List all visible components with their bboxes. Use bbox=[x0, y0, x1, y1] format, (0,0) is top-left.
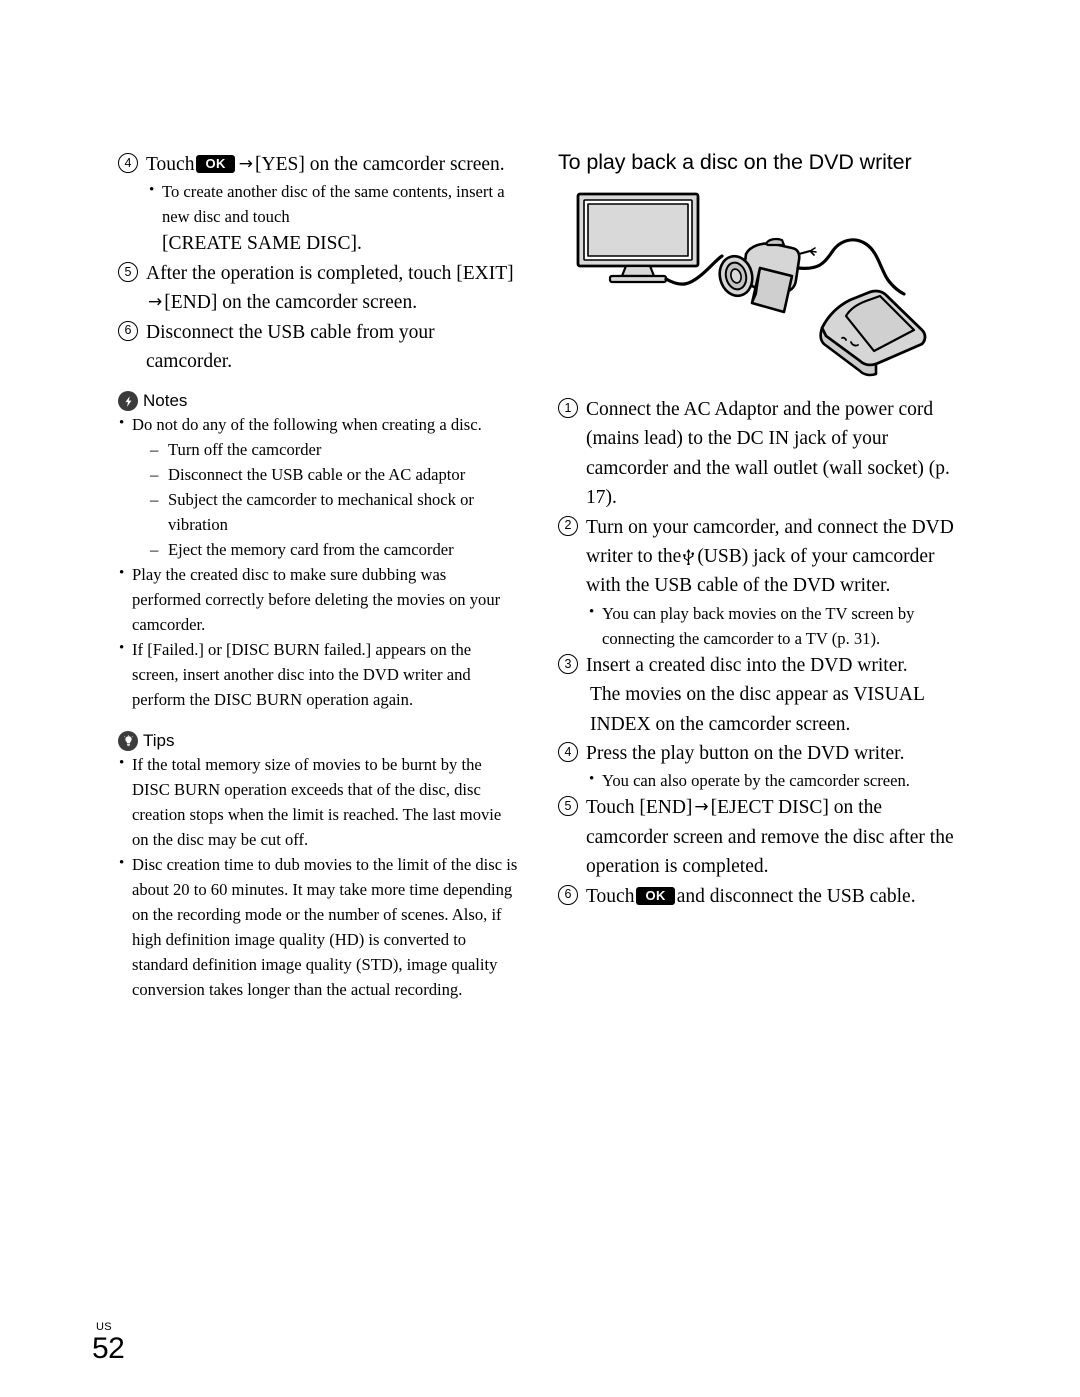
right-step-5: 5 Touch [END] → [EJECT DISC] on the camcord… bbox=[558, 793, 958, 881]
step3-continuation: The movies on the disc appear as VISUAL … bbox=[590, 684, 925, 735]
list-item: Play the created disc to make sure dubbi… bbox=[118, 561, 518, 637]
usb-icon bbox=[682, 545, 695, 566]
step-number-6: 6 bbox=[118, 320, 138, 341]
create-same-disc-line: [CREATE SAME DISC]. bbox=[162, 233, 362, 255]
list-item: Eject the memory card from the camcorder bbox=[150, 537, 518, 562]
page-number: 52 bbox=[92, 1332, 125, 1365]
step5-part1: After the operation is completed, touch … bbox=[146, 262, 514, 284]
list-item: Turn off the camcorder bbox=[150, 437, 518, 462]
right-step2-bullets: You can play back movies on the TV scree… bbox=[588, 600, 958, 651]
left-step4-bullets: To create another disc of the same conte… bbox=[148, 178, 518, 229]
step4-text: Press the play button on the DVD writer. bbox=[586, 743, 905, 765]
right-step-1: 1 Connect the AC Adaptor and the power co… bbox=[558, 395, 958, 513]
list-item: You can play back movies on the TV scree… bbox=[588, 600, 958, 651]
step-number-5: 5 bbox=[558, 796, 578, 817]
right-step-6: 6 Touch OK and disconnect the USB cable. bbox=[558, 882, 958, 911]
arrow-icon: → bbox=[694, 797, 709, 818]
step3-text: Insert a created disc into the DVD write… bbox=[586, 654, 908, 676]
right-step-2: 2 Turn on your camcorder, and connect the… bbox=[558, 513, 958, 601]
step6-text-before: Touch bbox=[586, 885, 635, 907]
step-number-4: 4 bbox=[558, 742, 578, 763]
ok-touch-button[interactable]: OK bbox=[636, 886, 675, 905]
right-step4-bullets: You can also operate by the camcorder sc… bbox=[588, 767, 958, 793]
list-item: Subject the camcorder to mechanical shoc… bbox=[150, 487, 518, 537]
tips-list: If the total memory size of movies to be… bbox=[118, 751, 518, 1002]
step-number-1: 1 bbox=[558, 398, 578, 418]
step-number-5: 5 bbox=[118, 261, 138, 282]
right-step-3: 3 Insert a created disc into the DVD writ… bbox=[558, 651, 958, 680]
right-step-4: 4 Press the play button on the DVD writer… bbox=[558, 739, 958, 768]
step6-text-after: and disconnect the USB cable. bbox=[676, 885, 916, 907]
list-item: You can also operate by the camcorder sc… bbox=[588, 767, 958, 793]
lightbulb-icon bbox=[118, 731, 138, 752]
list-item: If [Failed.] or [DISC BURN failed.] appe… bbox=[118, 636, 518, 712]
notes-label: Notes bbox=[143, 391, 188, 411]
step4-text-before: Touch bbox=[146, 154, 195, 175]
page-title: To play back a disc on the DVD writer bbox=[558, 150, 912, 174]
step5-part1: Touch [END] bbox=[586, 797, 693, 819]
left-step-4: 4 Touch OK → [YES] on the camcorder screen. bbox=[118, 150, 518, 179]
step-number-3: 3 bbox=[558, 653, 578, 674]
step4-text-after: [YES] on the camcorder screen. bbox=[255, 154, 505, 175]
list-item: If the total memory size of movies to be… bbox=[118, 751, 518, 852]
step1-text: Connect the AC Adaptor and the power cor… bbox=[586, 399, 950, 509]
tips-label: Tips bbox=[143, 731, 175, 751]
tv-camcorder-dvd-writer-connection-diagram bbox=[570, 188, 958, 385]
list-item: Disconnect the USB cable or the AC adapt… bbox=[150, 462, 518, 487]
ok-touch-button[interactable]: OK bbox=[196, 155, 235, 173]
list-item: Do not do any of the following when crea… bbox=[118, 411, 518, 562]
arrow-icon: → bbox=[148, 292, 163, 313]
notes-list: Do not do any of the following when crea… bbox=[118, 411, 518, 712]
step5-part2: [END] on the camcorder screen. bbox=[164, 292, 418, 314]
step-number-6: 6 bbox=[558, 884, 578, 905]
step6-text: Disconnect the USB cable from your camco… bbox=[146, 321, 435, 373]
page-footer: US 52 bbox=[92, 1322, 125, 1365]
arrow-icon: → bbox=[238, 154, 254, 174]
note-sublist: Turn off the camcorder Disconnect the US… bbox=[150, 437, 518, 562]
lightning-bolt-icon bbox=[118, 391, 138, 412]
step-number-2: 2 bbox=[558, 515, 578, 536]
tips-header: Tips bbox=[118, 730, 518, 752]
list-item: To create another disc of the same conte… bbox=[148, 178, 518, 229]
step-number-4: 4 bbox=[118, 153, 138, 173]
document-page: 4 Touch OK → [YES] on the camcorder screen. … bbox=[0, 0, 1080, 1397]
notes-header: Notes bbox=[118, 390, 518, 412]
note-text: Do not do any of the following when crea… bbox=[132, 415, 482, 435]
list-item: Disc creation time to dub movies to the … bbox=[118, 851, 518, 1002]
left-column: 4 Touch OK → [YES] on the camcorder screen. … bbox=[118, 150, 518, 1002]
left-step-5: 5 After the operation is completed, touch… bbox=[118, 259, 518, 318]
right-column: To play back a disc on the DVD writer 1 … bbox=[558, 148, 958, 911]
left-step-6: 6 Disconnect the USB cable from your camc… bbox=[118, 318, 518, 377]
